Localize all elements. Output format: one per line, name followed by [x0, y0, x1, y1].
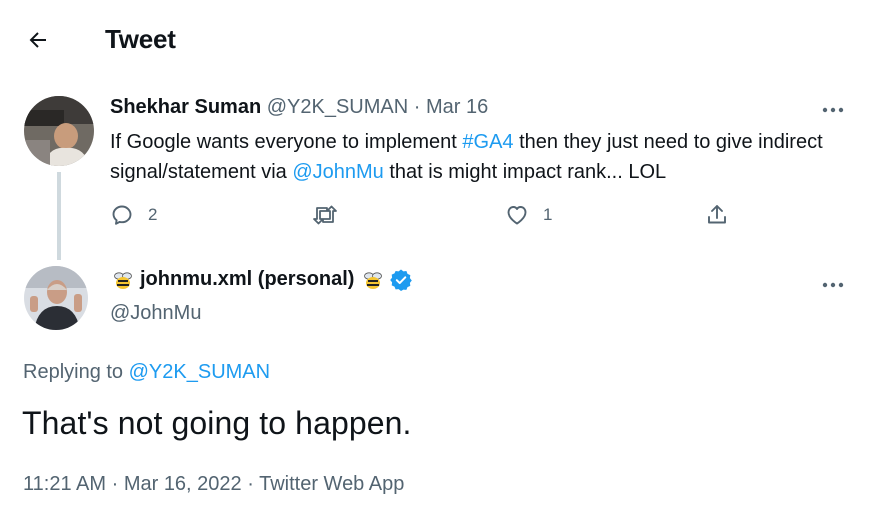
bee-emoji-icon [112, 269, 134, 291]
main-tweet-author[interactable]: johnmu.xml (personal) [112, 268, 413, 291]
tweet-metadata: 11:21 AM · Mar 16, 2022 · Twitter Web Ap… [23, 473, 404, 496]
reply-icon [112, 205, 132, 225]
more-dots-icon [822, 107, 844, 113]
bee-emoji-icon [362, 269, 384, 291]
mention-link[interactable]: @JohnMu [292, 161, 383, 183]
avatar-johnmu[interactable] [24, 266, 88, 330]
dot-separator: · [413, 96, 421, 118]
like-button[interactable]: 1 [505, 203, 552, 227]
tweet-header: Tweet [0, 0, 871, 80]
replying-to-line: Replying to @Y2K_SUMAN [23, 361, 270, 384]
page-title: Tweet [105, 24, 176, 54]
main-tweet-text: That's not going to happen. [22, 405, 412, 441]
heart-icon [507, 206, 527, 225]
like-count: 1 [543, 205, 553, 224]
text-segment: If Google wants everyone to implement [110, 131, 463, 153]
back-button[interactable] [24, 26, 52, 54]
parent-tweet-text: If Google wants everyone to implement #G… [110, 127, 850, 187]
main-handle[interactable]: @JohnMu [110, 302, 201, 325]
retweet-icon [313, 205, 337, 225]
share-button[interactable] [705, 203, 729, 227]
meta-separator: · [241, 473, 260, 495]
thread-connector-line [57, 172, 61, 260]
tweet-source[interactable]: Twitter Web App [259, 473, 404, 495]
parent-date[interactable]: Mar 16 [426, 96, 488, 118]
tweet-time[interactable]: 11:21 AM [23, 473, 106, 495]
retweet-button[interactable] [312, 203, 352, 227]
parent-handle[interactable]: @Y2K_SUMAN [267, 96, 408, 118]
meta-separator: · [106, 473, 124, 495]
parent-tweet-header: Shekhar Suman @Y2K_SUMAN · Mar 16 [110, 96, 488, 119]
reply-button[interactable]: 2 [110, 203, 157, 227]
parent-display-name[interactable]: Shekhar Suman [110, 96, 261, 118]
hashtag-link[interactable]: #GA4 [462, 131, 513, 153]
reply-count: 2 [148, 205, 158, 224]
more-options-button[interactable] [820, 100, 846, 120]
avatar-shekhar-suman[interactable] [24, 96, 94, 166]
replying-label: Replying to [23, 361, 129, 383]
arrow-left-icon [29, 32, 46, 48]
main-display-name[interactable]: johnmu.xml (personal) [140, 268, 354, 291]
tweet-actions: 2 1 [110, 203, 740, 233]
tweet-date[interactable]: Mar 16, 2022 [124, 473, 242, 495]
share-icon [708, 205, 726, 224]
replying-to-mention-link[interactable]: @Y2K_SUMAN [129, 361, 270, 383]
text-segment: that is might impact rank... LOL [383, 161, 667, 183]
more-options-button[interactable] [820, 275, 846, 295]
more-dots-icon [822, 282, 844, 288]
verified-badge-icon [390, 269, 413, 291]
